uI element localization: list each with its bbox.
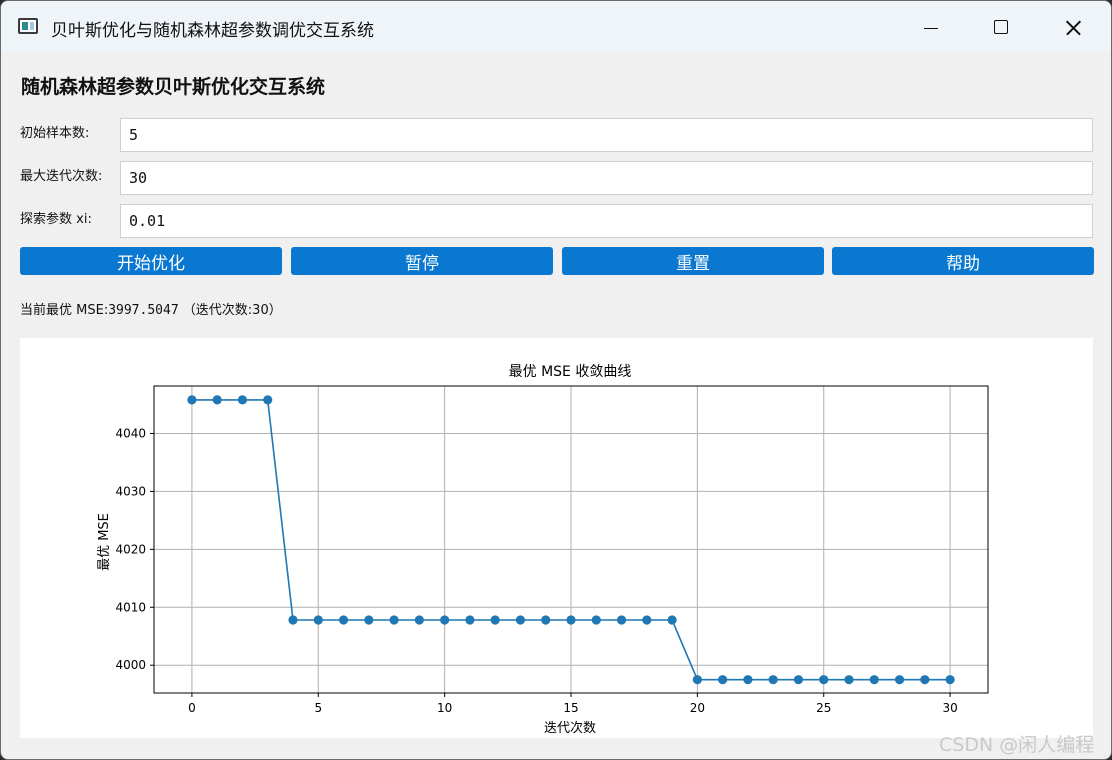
data-point [894, 675, 905, 685]
data-point [414, 615, 424, 625]
data-point [212, 395, 222, 405]
y-tick-label: 4010 [115, 600, 146, 614]
data-point [718, 675, 728, 685]
convergence-chart: 0 5 10 15 20 25 30 4000 4010 4020 4030 4040 最优 MSE … [97, 364, 989, 736]
iteration-count: （迭代次数:30） [182, 303, 282, 318]
data-point [945, 675, 955, 685]
reset-button[interactable]: 重置 [562, 247, 824, 275]
data-point [338, 615, 349, 625]
data-point [642, 615, 652, 625]
help-button[interactable]: 帮助 [832, 247, 1094, 275]
max-iterations-input[interactable] [120, 161, 1093, 195]
pause-button[interactable]: 暂停 [291, 247, 553, 275]
page-title: 随机森林超参数贝叶斯优化交互系统 [21, 76, 326, 98]
app-icon [18, 18, 38, 34]
x-tick-label: 15 [563, 701, 578, 715]
start-optimization-button[interactable]: 开始优化 [20, 247, 282, 275]
data-point [591, 615, 601, 625]
data-point [819, 675, 829, 685]
chart-title: 最优 MSE 收敛曲线 [509, 364, 632, 380]
data-point [616, 615, 627, 625]
y-tick-label: 4030 [115, 484, 146, 498]
app-window: 贝叶斯优化与随机森林超参数调优交互系统 随机森林超参数贝叶斯优化交互系统 初始样… [0, 0, 1112, 760]
y-tick-label: 4040 [115, 426, 146, 440]
title-bar[interactable]: 贝叶斯优化与随机森林超参数调优交互系统 [1, 1, 1111, 51]
maximize-icon[interactable] [978, 7, 1024, 47]
data-point [465, 615, 475, 625]
data-point [263, 395, 273, 405]
plot-panel: 0 5 10 15 20 25 30 4000 4010 4020 4030 4040 最优 MSE … [20, 338, 1093, 738]
x-axis-label: 迭代次数 [544, 720, 596, 736]
data-point [566, 615, 576, 625]
data-point [187, 395, 197, 405]
x-tick-label: 5 [314, 701, 322, 715]
data-point [440, 615, 450, 625]
data-point [313, 615, 323, 625]
x-tick-label: 10 [437, 701, 452, 715]
data-point [490, 615, 500, 625]
data-point [920, 675, 930, 685]
data-point [237, 395, 248, 405]
data-point [844, 675, 854, 685]
data-point [793, 675, 804, 685]
y-tick-label: 4000 [115, 658, 146, 672]
data-point [288, 615, 298, 625]
window-title: 贝叶斯优化与随机森林超参数调优交互系统 [51, 21, 374, 41]
y-tick-label: 4020 [115, 542, 146, 556]
data-point [869, 675, 879, 685]
data-point [692, 675, 702, 685]
data-point [389, 615, 399, 625]
data-point [768, 675, 778, 685]
minimize-icon[interactable] [908, 7, 954, 47]
x-tick-label: 0 [188, 701, 196, 715]
data-point [364, 615, 374, 625]
data-point [667, 615, 677, 625]
xi-label: 探索参数 xi: [20, 212, 92, 227]
data-point [541, 615, 551, 625]
xi-input[interactable] [120, 204, 1093, 238]
x-tick-label: 25 [816, 701, 831, 715]
y-axis-label: 最优 MSE [97, 513, 112, 571]
initial-samples-input[interactable] [120, 118, 1093, 152]
x-tick-label: 30 [942, 701, 957, 715]
initial-samples-label: 初始样本数: [20, 126, 90, 141]
data-point [743, 675, 753, 685]
status-text: 当前最优 MSE:3997.5047 （迭代次数:30） [20, 299, 282, 318]
x-tick-label: 20 [690, 701, 705, 715]
max-iterations-label: 最大迭代次数: [20, 169, 103, 184]
close-icon[interactable] [1050, 7, 1096, 47]
best-mse-value: 3997.5047 [108, 303, 179, 318]
status-prefix: 当前最优 MSE: [20, 303, 109, 318]
data-point [515, 615, 526, 625]
watermark: CSDN @闲人编程 [939, 734, 1095, 756]
